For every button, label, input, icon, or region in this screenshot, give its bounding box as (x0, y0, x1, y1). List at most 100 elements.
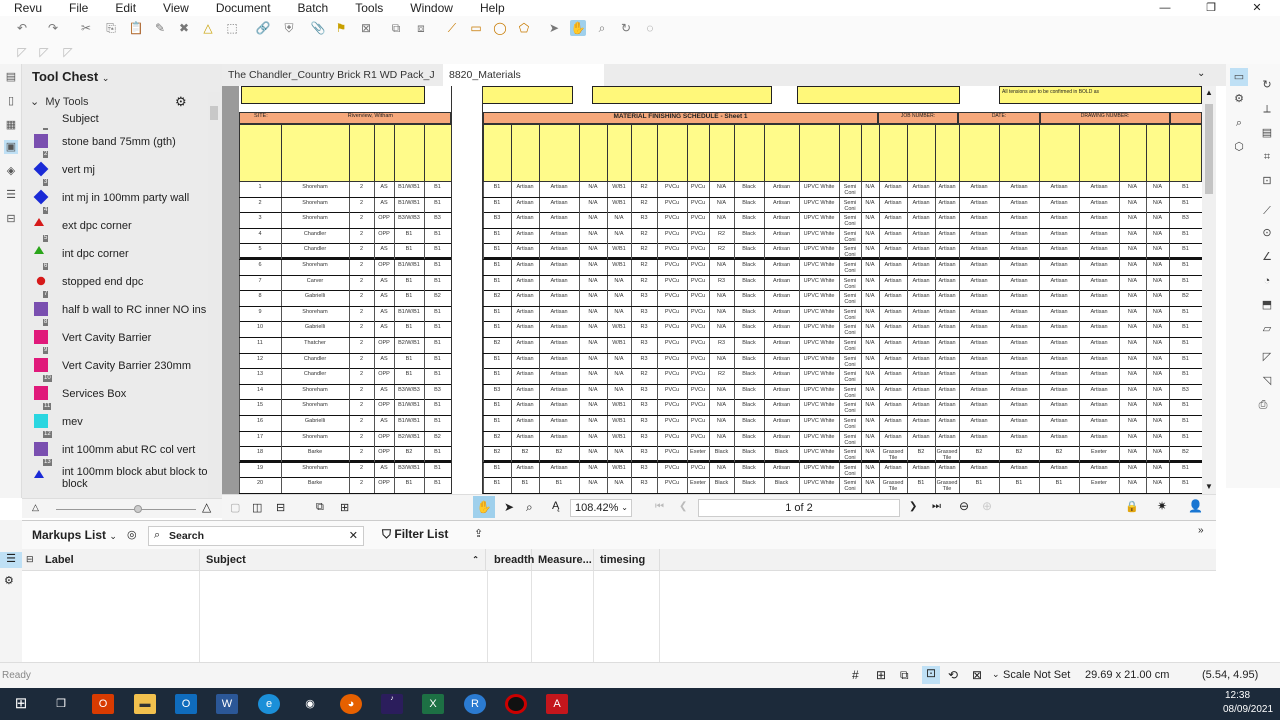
recorder-icon[interactable] (505, 694, 527, 714)
menu-file[interactable]: File (55, 1, 101, 15)
menu-tools[interactable]: Tools (341, 1, 396, 15)
grid-toggle-icon[interactable]: # (852, 668, 859, 682)
gear-icon[interactable]: ⚙ (175, 94, 187, 110)
arrow-tool-2-icon[interactable]: ◸ (36, 44, 52, 60)
document-scrollbar[interactable]: ▲ ▼ (1202, 86, 1216, 494)
signatures-icon[interactable]: ⊟ (4, 212, 18, 226)
rectangle-icon[interactable]: ▭ (468, 20, 484, 36)
grid-icon[interactable]: ▦ (4, 118, 18, 132)
previous-view-icon[interactable]: ⊖ (959, 499, 969, 513)
windows-start-icon[interactable]: ⊞ (10, 694, 32, 714)
undo-icon[interactable]: ↶ (14, 20, 30, 36)
menu-revu[interactable]: Revu (0, 1, 55, 15)
perimeter-icon[interactable]: ▱ (1260, 322, 1274, 336)
pan-icon[interactable]: ✋ (570, 20, 586, 36)
alert-icon[interactable]: △ (200, 20, 216, 36)
document-view[interactable]: All tensions are to be confirmed in BOLD… (222, 86, 1202, 494)
prev-page-icon[interactable]: ❮ (679, 501, 687, 512)
scale-dropdown-icon[interactable]: ⌄ (992, 669, 1000, 680)
zoom-icon[interactable]: ⌕ (594, 20, 610, 36)
filter-list-button[interactable]: ⛉ Filter List (382, 527, 448, 542)
cut-icon[interactable]: ✂ (78, 20, 94, 36)
word-icon[interactable]: W (216, 694, 238, 714)
tool-item[interactable]: 8 Vert Cavity Barrier (22, 319, 208, 352)
lasso-icon[interactable]: ◌ (642, 20, 658, 36)
lock-icon[interactable]: 🔒 (1125, 500, 1139, 513)
scale-status[interactable]: Scale Not Set (1003, 669, 1070, 681)
line-icon[interactable]: ⟋ (444, 20, 460, 36)
column-subject[interactable]: Subject ⌃ (200, 549, 486, 571)
tool-item[interactable]: 5 int dpc corner (22, 235, 208, 268)
redo-icon[interactable]: ↷ (45, 20, 61, 36)
tool-item[interactable]: 6 stopped end dpc (22, 263, 208, 296)
menu-help[interactable]: Help (466, 1, 518, 15)
tool-item[interactable]: 4 ext dpc corner (22, 207, 208, 240)
rotate-icon[interactable]: ↻ (618, 20, 634, 36)
sheet-icon[interactable]: ▤ (1260, 126, 1274, 140)
scrollbar-thumb[interactable] (210, 106, 218, 120)
select-rect-icon[interactable]: ⬚ (224, 20, 240, 36)
slider-handle[interactable] (134, 505, 142, 513)
printer-icon[interactable]: ⎙ (1256, 398, 1270, 412)
settings-panel-icon[interactable]: ⚙ (1232, 92, 1246, 106)
tool-item[interactable]: 2 vert mj (22, 151, 208, 184)
reuse-icon[interactable]: ⟲ (948, 668, 958, 682)
arrow-tool-icon[interactable]: ◸ (14, 44, 30, 60)
angle-icon[interactable]: ∠ (1260, 250, 1274, 264)
collapse-all-icon[interactable]: ⊟ (26, 554, 34, 565)
search-input[interactable]: ⌕ Search ✕ (148, 526, 364, 546)
excel-icon[interactable]: X (422, 694, 444, 714)
rotate-right-icon[interactable]: ↻ (1260, 78, 1274, 92)
user-icon[interactable]: 👤 (1188, 499, 1203, 513)
thumbnails-icon[interactable]: ▤ (4, 70, 18, 84)
attach-icon[interactable]: 📎 (310, 20, 326, 36)
tool-item[interactable]: 13 int 100mm block abut block to block (22, 459, 208, 492)
camera-icon[interactable]: ◉ (299, 694, 321, 714)
callout-icon[interactable]: ⌗ (1260, 150, 1274, 164)
split-vertical-icon[interactable]: ◫ (252, 501, 262, 514)
select-tool-icon[interactable]: ➤ (504, 500, 514, 514)
pan-tool-icon[interactable]: ✋ (473, 496, 495, 518)
minimize-icon[interactable]: — (1142, 0, 1188, 16)
volume-icon[interactable]: ⬒ (1260, 298, 1274, 312)
tab-chandler[interactable]: The Chandler_Country Brick R1 WD Pack_J (222, 64, 441, 86)
close-icon[interactable]: ✕ (1234, 0, 1280, 16)
flag-icon[interactable]: ⚑ (333, 20, 349, 36)
link-icon[interactable]: 🔗 (255, 20, 271, 36)
tab-materials-schedule[interactable]: 8820_Materials Schedule_C1✕ (443, 64, 604, 103)
menu-window[interactable]: Window (396, 1, 466, 15)
radius-icon[interactable]: ◔ (1260, 274, 1274, 288)
select-icon[interactable]: ➤ (546, 20, 562, 36)
column-measure[interactable]: Measure... (532, 549, 594, 571)
menu-document[interactable]: Document (202, 1, 284, 15)
scroll-down-icon[interactable]: ▼ (1205, 482, 1213, 491)
stamps-panel-icon[interactable]: ⬡ (1232, 140, 1246, 154)
snapshot-icon[interactable]: ⊠ (358, 20, 374, 36)
tool-item[interactable]: 3 int mj in 100mm party wall (22, 179, 208, 212)
markups-title[interactable]: Markups List ⌄ (32, 528, 117, 542)
dynamic-fill-icon[interactable]: ◹ (1260, 374, 1274, 388)
tool-item[interactable]: 1 stone band 75mm (gth) (22, 128, 208, 156)
restore-icon[interactable]: ❐ (1188, 0, 1234, 16)
display-settings-icon[interactable]: ✷ (1157, 499, 1167, 513)
text-select-icon[interactable]: Ą (552, 500, 559, 512)
tool-size-slider[interactable]: △ △ (22, 498, 222, 518)
edge-icon[interactable]: e (258, 694, 280, 714)
slider-track[interactable] (56, 509, 196, 510)
layers-panel-icon[interactable]: ◈ (4, 164, 18, 178)
pen-icon[interactable]: ✎ (152, 20, 168, 36)
hide-markups-icon[interactable]: ◎ (127, 528, 137, 541)
outlook-icon[interactable]: O (175, 694, 197, 714)
polygon-icon[interactable]: ⬠ (516, 20, 532, 36)
crop-icon[interactable]: ⧉ (388, 20, 404, 36)
my-tools-section[interactable]: ⌄ My Tools (30, 95, 89, 108)
markup-list-icon[interactable]: ☰ (0, 552, 22, 568)
revu-taskbar-icon[interactable]: R (464, 694, 486, 714)
content-snap-icon[interactable]: ⧉ (900, 668, 909, 683)
single-page-icon[interactable]: ▢ (230, 501, 240, 514)
measure-icon[interactable]: ⟂ (1260, 102, 1274, 116)
split-horizontal-icon[interactable]: ⊟ (276, 501, 285, 514)
stamp-icon[interactable]: ⛨ (281, 20, 297, 36)
delete-icon[interactable]: ✖ (176, 20, 192, 36)
page-number-field[interactable]: 1 of 2 (698, 499, 900, 517)
